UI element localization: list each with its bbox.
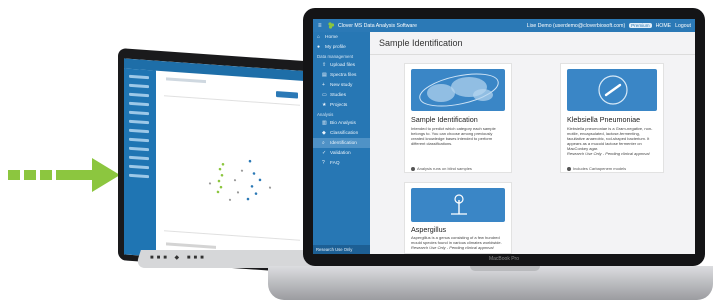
card-title: Sample Identification — [411, 115, 478, 124]
scatter-plot-view — [124, 58, 308, 268]
divider — [370, 54, 695, 55]
sidebar-item-label: My profile — [325, 44, 346, 50]
question-icon: ? — [322, 160, 325, 166]
sidebar-item-label: Studies — [330, 92, 346, 98]
card-aspergillus[interactable]: Aspergillus Aspergillus is a genus consi… — [404, 182, 512, 254]
scatter-plot-icon — [208, 159, 272, 201]
sidebar: ⌂ Home ● My profile Data management ⇧ Up… — [313, 32, 370, 254]
card-note: Research Use Only - Pending clinical app… — [567, 151, 650, 156]
primary-laptop-base — [268, 266, 713, 300]
secondary-laptop-keys: ■■■ ◆ ■■■ — [150, 255, 207, 261]
page-title: Sample Identification — [379, 38, 463, 48]
sidebar-item-validation[interactable]: ✓ Validation — [313, 148, 370, 158]
sidebar-item-label: Validation — [330, 150, 351, 156]
sidebar-item-projects[interactable]: ★ Projects — [313, 100, 370, 110]
card-sample-identification[interactable]: Sample Identification Intended to predic… — [404, 63, 512, 173]
top-navbar: ≡ Clover MS Data Analysis Software Lise … — [313, 19, 695, 32]
sidebar-item-faq[interactable]: ? FAQ — [313, 158, 370, 168]
sidebar-item-label: Bio Analysis — [330, 120, 356, 126]
bacterium-icon — [598, 75, 628, 105]
user-menu[interactable]: Lise Demo (userdemo@cloverbiosoft.com) — [527, 23, 625, 29]
clover-logo-icon — [328, 22, 335, 29]
card-note: Research Use Only - Pending clinical app… — [411, 245, 494, 250]
product-showcase: ■■■ ◆ ■■■ ≡ Clover MS Data Analysis Soft… — [0, 0, 713, 300]
sidebar-item-label: Identification — [330, 140, 357, 146]
card-thumbnail — [567, 69, 657, 111]
tag-icon: ◆ — [322, 130, 326, 136]
sidebar-item-label: Classification — [330, 130, 359, 136]
star-icon: ★ — [322, 102, 327, 108]
sidebar-item-home[interactable]: ⌂ Home — [313, 32, 370, 42]
laptop-notch — [470, 266, 540, 271]
sidebar-item-label: New study — [330, 82, 353, 88]
cluster-icon — [419, 73, 499, 107]
sidebar-item-new-study[interactable]: + New study — [313, 80, 370, 90]
app-title: Clover MS Data Analysis Software — [338, 22, 417, 29]
card-thumbnail — [411, 188, 505, 222]
sidebar-section-analysis: Analysis — [317, 111, 334, 117]
sidebar-item-upload[interactable]: ⇧ Upload files — [313, 60, 370, 70]
card-description-text: Klebsiella pneumoniae is a Gram-negative… — [567, 126, 653, 151]
home-link[interactable]: HOME — [656, 23, 672, 29]
sidebar-item-identification[interactable]: ⌕ Identification — [313, 138, 370, 148]
sidebar-item-label: Spectra files — [330, 72, 357, 78]
file-icon: ▤ — [322, 72, 327, 78]
sidebar-item-label: FAQ — [330, 160, 340, 166]
main-content: Sample Identification Sample Identificat… — [370, 32, 695, 254]
card-description: Aspergillus is a genus consisting of a f… — [411, 235, 505, 250]
sidebar-item-studies[interactable]: ▭ Studies — [313, 90, 370, 100]
card-title: Klebsiella Pneumoniae — [567, 115, 641, 124]
plan-badge: Premium — [629, 23, 652, 28]
upload-icon: ⇧ — [322, 62, 327, 68]
app-window: ≡ Clover MS Data Analysis Software Lise … — [313, 19, 695, 254]
card-description: Intended to predict which category each … — [411, 126, 496, 146]
search-icon: ⌕ — [322, 140, 325, 146]
card-footer-text: Analysis runs on blind samples — [417, 166, 472, 171]
sidebar-item-label: Projects — [330, 102, 348, 108]
plus-icon: + — [322, 82, 325, 88]
laptop-model-label: MacBook Pro — [488, 256, 519, 262]
card-footer-text: Includes Carbapenem models — [573, 166, 627, 171]
card-klebsiella-pneumoniae[interactable]: Klebsiella Pneumoniae Klebsiella pneumon… — [560, 63, 664, 173]
info-icon — [567, 166, 571, 171]
home-icon: ⌂ — [317, 34, 321, 40]
card-title: Aspergillus — [411, 225, 447, 234]
card-footer: Includes Carbapenem models — [567, 166, 626, 171]
chart-icon: ▥ — [322, 120, 327, 126]
logout-link[interactable]: Logout — [675, 23, 691, 29]
card-footer: Analysis runs on blind samples — [411, 166, 472, 171]
arrow-right-icon — [8, 158, 120, 192]
sidebar-item-bio-analysis[interactable]: ▥ Bio Analysis — [313, 118, 370, 128]
secondary-sidebar — [124, 68, 156, 257]
check-icon: ✓ — [322, 150, 327, 156]
secondary-laptop-screen — [118, 48, 314, 274]
sidebar-item-label: Upload files — [330, 62, 356, 68]
sidebar-item-spectra[interactable]: ▤ Spectra files — [313, 70, 370, 80]
card-description-text: Aspergillus is a genus consisting of a f… — [411, 235, 502, 245]
folder-icon: ▭ — [322, 92, 327, 98]
menu-icon[interactable]: ≡ — [318, 23, 327, 29]
user-icon: ● — [317, 44, 321, 50]
sidebar-item-profile[interactable]: ● My profile — [313, 42, 370, 52]
info-icon — [411, 166, 415, 171]
fungus-icon — [451, 194, 467, 215]
secondary-main — [160, 75, 304, 263]
primary-laptop-bezel: ≡ Clover MS Data Analysis Software Lise … — [303, 8, 705, 266]
sidebar-item-classification[interactable]: ◆ Classification — [313, 128, 370, 138]
sidebar-section-data: Data management — [317, 53, 354, 59]
card-description: Klebsiella pneumoniae is a Gram-negative… — [567, 126, 657, 156]
sidebar-footer: Research Use Only — [313, 245, 370, 254]
card-thumbnail — [411, 69, 505, 111]
sidebar-item-label: Home — [325, 34, 338, 40]
